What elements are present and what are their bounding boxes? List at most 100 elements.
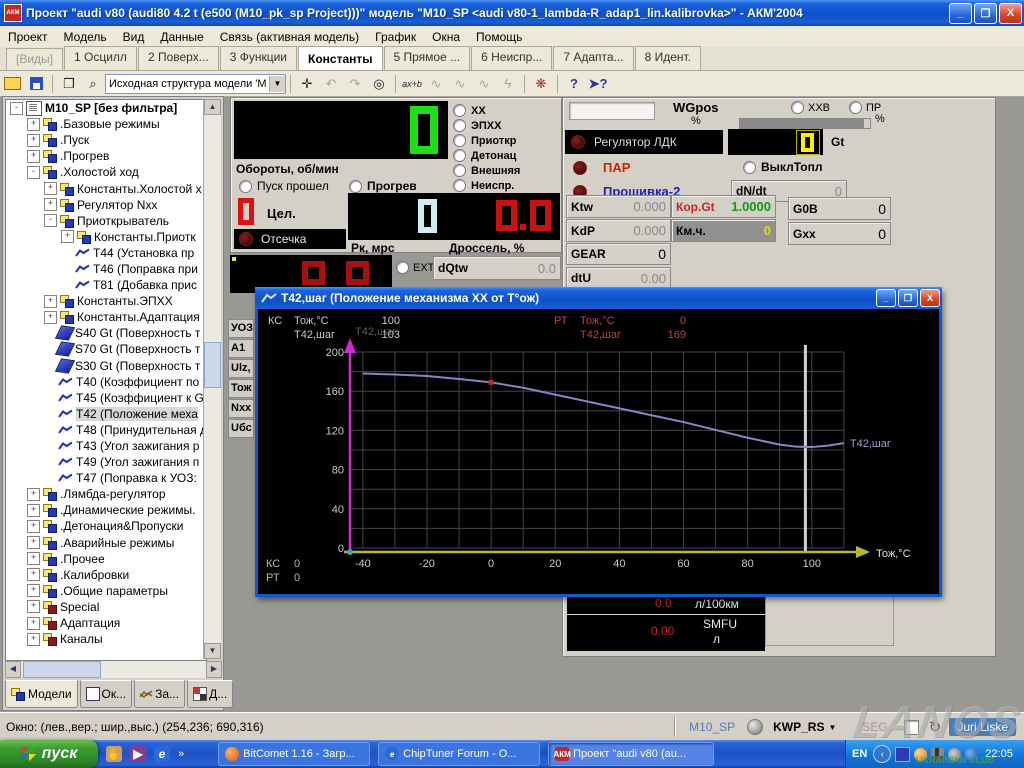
tree-vertical-scrollbar[interactable]: ▲ ▼	[203, 99, 221, 659]
tree-expand-toggle[interactable]: +	[27, 118, 40, 131]
menu-item[interactable]: Проект	[0, 28, 56, 46]
tree-item[interactable]: +Константы.Холостой х	[6, 180, 206, 196]
scrollbar-thumb[interactable]	[204, 342, 221, 388]
tree-item[interactable]: +.Прочее	[6, 551, 206, 567]
tree-expand-toggle[interactable]: +	[27, 600, 40, 613]
quicklaunch-player-icon[interactable]: ▶	[130, 746, 146, 762]
tree-item[interactable]: +.Общие параметры	[6, 583, 206, 599]
pr-radio[interactable]	[849, 101, 862, 114]
tree-item[interactable]: Т40 (Коэффициент по т	[6, 374, 206, 390]
start-done-radio[interactable]	[239, 180, 252, 193]
menu-item[interactable]: Вид	[115, 28, 153, 46]
lightning-button[interactable]: ϟ	[497, 74, 519, 94]
tree-expand-toggle[interactable]: +	[44, 182, 57, 195]
help-button[interactable]: ?	[563, 74, 585, 94]
flag-radio[interactable]	[453, 119, 466, 132]
restore-button[interactable]: ❐	[974, 3, 997, 24]
menu-item[interactable]: Помощь	[468, 28, 530, 46]
taskbar-task-button[interactable]: BitComet 1.16 - Загр...	[218, 742, 370, 766]
tree-item[interactable]: +Константы.Адаптация	[6, 309, 206, 325]
tree-expand-toggle[interactable]: +	[27, 150, 40, 163]
seg-checkbox[interactable]	[904, 720, 919, 735]
open-project-button[interactable]	[1, 74, 23, 94]
tree-item[interactable]: Т46 (Поправка при	[6, 261, 206, 277]
menu-item[interactable]: Окна	[424, 28, 468, 46]
search-window-button[interactable]: ⌕	[82, 74, 104, 94]
tree-item[interactable]: +Константы.Приотк	[6, 229, 206, 245]
cubic-curve-button[interactable]: ∿	[425, 74, 447, 94]
scroll-up-icon[interactable]: ▲	[204, 99, 221, 115]
tree-panel-tab[interactable]: Модели	[5, 680, 78, 708]
flag-radio[interactable]	[453, 134, 466, 147]
tree-expand-toggle[interactable]: +	[27, 584, 40, 597]
quicklaunch-hand-icon[interactable]: ✋	[106, 746, 122, 762]
tree-item[interactable]: Т45 (Коэффициент к G	[6, 390, 206, 406]
tree-item[interactable]: Т48 (Принудительная д	[6, 422, 206, 438]
scrollbar-thumb[interactable]	[23, 661, 101, 678]
tray-volume-icon[interactable]	[948, 748, 961, 761]
tree-item[interactable]: -M10_SP [без фильтра]	[6, 100, 206, 116]
tree-item[interactable]: +.Аварийные режимы	[6, 535, 206, 551]
tab-views[interactable]: [Виды]	[6, 48, 63, 70]
refresh-icon[interactable]: ↻	[929, 718, 942, 736]
undo-button[interactable]: ↶	[320, 74, 342, 94]
tree-item[interactable]: +.Динамические режимы.	[6, 502, 206, 518]
tree-item[interactable]: S70 Gt (Поверхность т	[6, 341, 206, 357]
tree-item[interactable]: Т42 (Положение меха	[6, 406, 206, 422]
tree-panel-tab[interactable]: Ок...	[80, 680, 133, 708]
close-button[interactable]: X	[999, 3, 1022, 24]
tree-item[interactable]: -Приоткрыватель	[6, 213, 206, 229]
tree-item[interactable]: Т43 (Угол зажигания р	[6, 438, 206, 454]
new-window-button[interactable]: ❒	[58, 74, 80, 94]
tree-item[interactable]: -.Холостой ход	[6, 164, 206, 180]
redo-button[interactable]: ↷	[344, 74, 366, 94]
tree-expand-toggle[interactable]: -	[44, 214, 57, 227]
tree-expand-toggle[interactable]: +	[44, 311, 57, 324]
tree-horizontal-scrollbar[interactable]: ◀ ▶	[5, 661, 222, 678]
tree-item[interactable]: Т47 (Поправка к УОЗ:	[6, 470, 206, 486]
start-button[interactable]: пуск	[0, 740, 98, 768]
view-tab[interactable]: 6 Неиспр...	[471, 46, 552, 70]
scroll-right-icon[interactable]: ▶	[206, 661, 222, 678]
flag-radio[interactable]	[453, 104, 466, 117]
tray-update-icon[interactable]	[914, 748, 927, 761]
tree-item[interactable]: +Адаптация	[6, 615, 206, 631]
close-button[interactable]: X	[920, 289, 940, 307]
chart-window[interactable]: T42,шаг (Положение механизма ХХ от Т°ож)…	[255, 288, 942, 597]
warmup-radio[interactable]	[349, 180, 362, 193]
menu-item[interactable]: Данные	[152, 28, 211, 46]
tree-expand-toggle[interactable]: +	[27, 633, 40, 646]
context-help-button[interactable]: ➤?	[587, 74, 609, 94]
menu-item[interactable]: График	[367, 28, 424, 46]
tray-battery-icon[interactable]	[895, 747, 910, 762]
tree-expand-toggle[interactable]: -	[10, 102, 23, 115]
tree-item[interactable]: S40 Gt (Поверхность т	[6, 325, 206, 341]
view-tab[interactable]: 3 Функции	[220, 46, 297, 70]
tree-expand-toggle[interactable]: +	[27, 617, 40, 630]
tree-expand-toggle[interactable]: +	[27, 552, 40, 565]
chevron-down-icon[interactable]: ▼	[269, 76, 285, 92]
tree-expand-toggle[interactable]: +	[27, 488, 40, 501]
tray-network-icon[interactable]	[965, 748, 978, 761]
tree-item[interactable]: +.Калибровки	[6, 567, 206, 583]
flag-radio[interactable]	[453, 179, 466, 192]
settings-chart-button[interactable]: ❋	[530, 74, 552, 94]
minimize-button[interactable]: _	[876, 289, 896, 307]
tree-item[interactable]: +.Лямбда-регулятор	[6, 486, 206, 502]
tree-item[interactable]: +.Детонация&Пропуски	[6, 518, 206, 534]
tree-item[interactable]: +Регулятор Nxx	[6, 197, 206, 213]
beta-curve-button[interactable]: ∿	[449, 74, 471, 94]
menu-item[interactable]: Связь (активная модель)	[212, 28, 367, 46]
view-tab[interactable]: 5 Прямое ...	[384, 46, 471, 70]
tree-expand-toggle[interactable]: +	[27, 504, 40, 517]
formula-tool-button[interactable]: ax+b	[401, 74, 423, 94]
flag-radio[interactable]	[453, 149, 466, 162]
tree-item[interactable]: +.Базовые режимы	[6, 116, 206, 132]
crosshair-tool-button[interactable]: ✛	[296, 74, 318, 94]
tree-expand-toggle[interactable]: +	[61, 230, 74, 243]
taskbar-task-button[interactable]: eChipTuner Forum - O...	[378, 742, 540, 766]
fuel-off-radio[interactable]	[743, 161, 756, 174]
view-tab[interactable]: Константы	[298, 46, 383, 70]
tray-collapse-chevron-icon[interactable]: ‹	[873, 745, 891, 763]
tray-antenna-icon[interactable]	[931, 748, 944, 761]
